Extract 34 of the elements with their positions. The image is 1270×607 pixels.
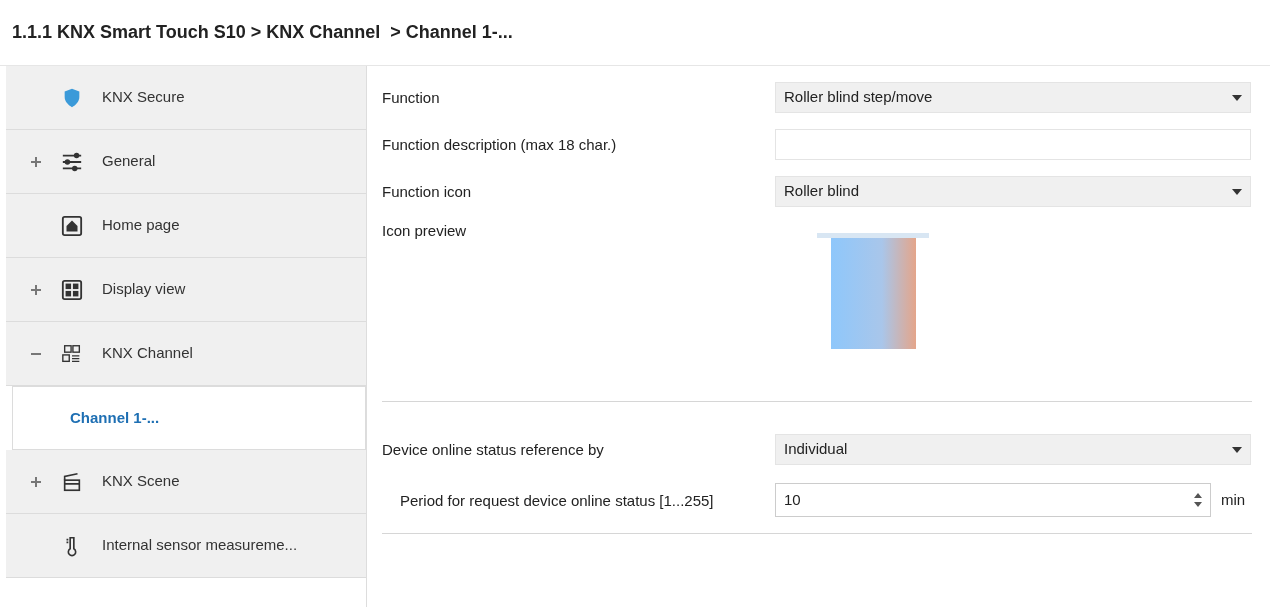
sliders-icon [61,150,83,173]
caret-icon [1232,188,1242,195]
caret-icon [1232,446,1242,453]
caret-icon [1232,94,1242,101]
sidebar-item[interactable]: KNX Scene [6,450,366,514]
breadcrumb: 1.1.1 KNX Smart Touch S10 > KNX Channel > Channel 1-... [12,21,513,44]
clapperboard-icon [61,470,83,493]
grid-icon [61,278,83,301]
sidebar-subitem[interactable]: Channel 1-... [12,386,366,450]
dropdown[interactable]: Individual [775,434,1251,465]
expand-icon[interactable] [30,475,42,488]
parameter-label: Function description (max 18 char.) [382,136,617,153]
roller-blind-icon [817,233,929,351]
parameter-label: Device online status reference by [382,441,604,458]
sidebar-item[interactable]: Display view [6,258,366,322]
spinner-arrows-icon[interactable] [1194,492,1202,508]
number-field[interactable]: 10 [775,483,1211,517]
sidebar-item[interactable]: General [6,130,366,194]
sidebar-item[interactable]: KNX Secure [6,66,366,130]
dropdown[interactable]: Roller blind [775,176,1251,207]
home-icon [61,214,83,237]
parameter-label: Function [382,89,440,106]
sidebar-item[interactable]: KNX Channel [6,322,366,386]
parameter-label: Period for request device online status [1...255] [399,490,715,510]
parameter-label: Function icon [382,183,472,200]
sidebar-item[interactable]: Home page [6,194,366,258]
parameter-label: Icon preview [382,222,467,239]
input-field[interactable] [775,129,1251,160]
channel-icon [61,342,83,365]
sidebar-item[interactable]: Internal sensor measureme... [6,514,366,578]
unit-label: min [1221,489,1246,510]
expand-icon[interactable] [30,155,42,168]
expand-icon[interactable] [30,283,42,296]
dropdown[interactable]: Roller blind step/move [775,82,1251,113]
